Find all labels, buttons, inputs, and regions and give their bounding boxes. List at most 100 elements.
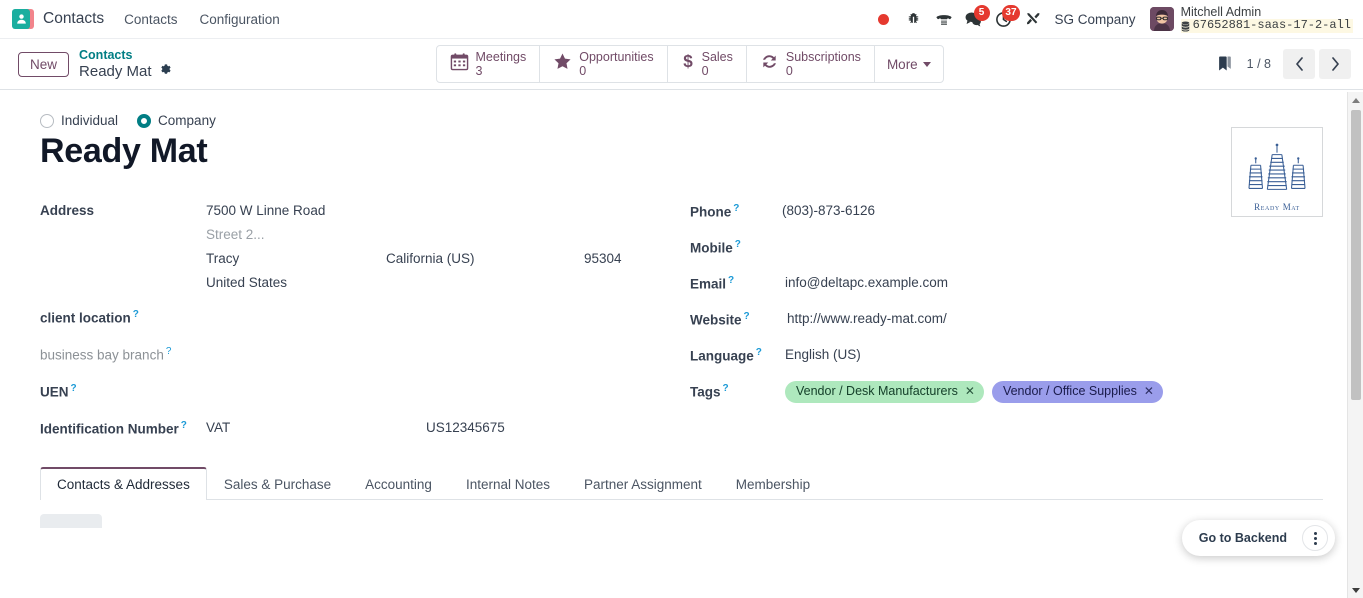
- phone-dialpad-icon[interactable]: [929, 4, 959, 34]
- stat-button-meetings[interactable]: Meetings 3: [437, 46, 541, 82]
- chevron-left-icon: [1295, 57, 1303, 71]
- breadcrumb-parent-contacts[interactable]: Contacts: [79, 48, 172, 63]
- pager-area: 1 / 8: [1208, 49, 1351, 79]
- help-icon-website[interactable]: ?: [744, 311, 750, 322]
- top-navbar: Contacts Contacts Configuration 5 37 SG …: [0, 0, 1363, 39]
- user-menu[interactable]: Mitchell Admin 67652881-saas-17-2-all: [1180, 5, 1353, 33]
- scroll-up-arrow[interactable]: [1348, 92, 1363, 108]
- website-value[interactable]: http://www.ready-mat.com/: [782, 304, 1323, 328]
- field-row-client-location: client location?: [40, 302, 690, 330]
- address-zip[interactable]: 95304: [584, 250, 622, 268]
- menu-contacts[interactable]: Contacts: [124, 12, 177, 27]
- radio-individual-label[interactable]: Individual: [61, 113, 118, 128]
- vertical-scrollbar[interactable]: [1347, 92, 1363, 598]
- contacts-app-icon[interactable]: [12, 8, 34, 30]
- form-scroll-area[interactable]: Ready Mat Individual Company Ready Mat A…: [0, 91, 1363, 598]
- database-name-label: 67652881-saas-17-2-all: [1180, 18, 1353, 33]
- identification-number-label: Identification Number?: [40, 413, 206, 439]
- identification-value[interactable]: US12345675: [426, 413, 690, 437]
- activity-clock-icon[interactable]: 37: [989, 4, 1020, 34]
- email-value[interactable]: info@deltapc.example.com: [782, 268, 1323, 292]
- user-avatar[interactable]: [1149, 7, 1174, 31]
- help-icon-mobile[interactable]: ?: [735, 239, 741, 250]
- mobile-value[interactable]: [782, 232, 1323, 238]
- page-title[interactable]: Ready Mat: [40, 133, 1323, 170]
- help-icon-client-location[interactable]: ?: [133, 309, 139, 320]
- radio-individual[interactable]: [40, 113, 54, 128]
- active-company-name[interactable]: SG Company: [1055, 12, 1136, 27]
- tag-chip[interactable]: Vendor / Office Supplies ✕: [991, 380, 1163, 403]
- uen-value[interactable]: [206, 376, 690, 382]
- field-row-mobile: Mobile?: [690, 232, 1323, 260]
- help-icon-email[interactable]: ?: [728, 275, 734, 286]
- business-bay-branch-value[interactable]: [206, 339, 690, 345]
- business-bay-branch-label-text: business bay branch: [40, 347, 164, 363]
- address-city[interactable]: Tracy: [206, 250, 386, 268]
- address-country[interactable]: United States: [206, 268, 690, 292]
- close-icon[interactable]: ✕: [965, 383, 975, 399]
- breadcrumb: Contacts Ready Mat: [79, 48, 172, 81]
- scroll-down-arrow[interactable]: [1348, 582, 1363, 598]
- tag-label: Vendor / Office Supplies: [1002, 383, 1137, 398]
- add-contact-button-partial[interactable]: [40, 513, 102, 528]
- bookmark-icon[interactable]: [1208, 51, 1241, 77]
- stat-more-button[interactable]: More: [875, 46, 943, 82]
- radio-company[interactable]: [137, 113, 152, 128]
- gear-icon[interactable]: [159, 63, 172, 80]
- help-icon-business-bay-branch[interactable]: ?: [166, 346, 172, 357]
- language-label: Language?: [690, 340, 782, 366]
- tag-chip[interactable]: Vendor / Desk Manufacturers ✕: [785, 380, 984, 403]
- scrollbar-thumb[interactable]: [1351, 110, 1361, 400]
- help-icon-identification-number[interactable]: ?: [181, 420, 187, 431]
- app-brand-name[interactable]: Contacts: [43, 10, 104, 28]
- tags-label: Tags?: [690, 376, 782, 402]
- menu-configuration[interactable]: Configuration: [199, 12, 279, 27]
- stat-meetings-label: Meetings: [475, 50, 527, 64]
- tab-accounting[interactable]: Accounting: [348, 467, 449, 500]
- tags-label-text: Tags: [690, 384, 721, 400]
- client-location-value[interactable]: [206, 302, 690, 308]
- help-icon-phone[interactable]: ?: [733, 203, 739, 214]
- address-street2[interactable]: Street 2...: [206, 220, 690, 244]
- chevron-right-icon: [1331, 57, 1339, 71]
- help-icon-language[interactable]: ?: [756, 347, 762, 358]
- language-value[interactable]: English (US): [782, 340, 1323, 364]
- tools-icon[interactable]: [1019, 4, 1049, 34]
- company-logo[interactable]: Ready Mat: [1231, 127, 1323, 217]
- close-icon[interactable]: ✕: [1144, 383, 1154, 399]
- stat-button-opportunities[interactable]: Opportunities 0: [540, 46, 668, 82]
- address-state[interactable]: California (US): [386, 250, 584, 268]
- systray: 5 37 SG Company Mitchell Admin 67652881-…: [869, 4, 1353, 34]
- pager-counter[interactable]: 1 / 8: [1247, 57, 1271, 71]
- identification-type[interactable]: VAT: [206, 413, 426, 437]
- notebook-tabs: Contacts & Addresses Sales & Purchase Ac…: [40, 466, 1323, 500]
- kebab-dot: [1313, 541, 1317, 545]
- stat-subscriptions-text: Subscriptions 0: [786, 50, 861, 78]
- radio-company-label[interactable]: Company: [158, 113, 216, 128]
- tab-partner-assignment[interactable]: Partner Assignment: [567, 467, 719, 500]
- field-row-business-bay-branch: business bay branch?: [40, 339, 690, 367]
- stat-button-subscriptions[interactable]: Subscriptions 0: [747, 46, 875, 82]
- stat-sales-label: Sales: [701, 50, 733, 64]
- field-row-identification-number: Identification Number? VAT US12345675: [40, 413, 690, 441]
- pager-next-button[interactable]: [1319, 49, 1351, 79]
- stat-button-sales[interactable]: $ Sales 0: [668, 46, 747, 82]
- kebab-menu-icon[interactable]: [1302, 525, 1328, 551]
- partner-type-radio-group: Individual Company: [40, 113, 1323, 128]
- new-record-button[interactable]: New: [18, 51, 70, 77]
- address-street[interactable]: 7500 W Linne Road: [206, 196, 690, 220]
- chat-bubble-icon[interactable]: 5: [959, 4, 990, 34]
- triangle-down-icon: [1351, 587, 1360, 593]
- go-to-backend-button[interactable]: Go to Backend: [1190, 528, 1296, 548]
- tab-membership[interactable]: Membership: [719, 467, 827, 500]
- help-icon-uen[interactable]: ?: [71, 383, 77, 394]
- tab-contacts-addresses[interactable]: Contacts & Addresses: [40, 466, 207, 500]
- tab-sales-purchase[interactable]: Sales & Purchase: [207, 467, 348, 500]
- phone-label-text: Phone: [690, 204, 732, 220]
- record-dot-icon[interactable]: [869, 4, 899, 34]
- bug-icon[interactable]: [899, 4, 929, 34]
- tab-internal-notes[interactable]: Internal Notes: [449, 467, 567, 500]
- kebab-dot: [1313, 536, 1317, 540]
- help-icon-tags[interactable]: ?: [723, 383, 729, 394]
- pager-previous-button[interactable]: [1283, 49, 1315, 79]
